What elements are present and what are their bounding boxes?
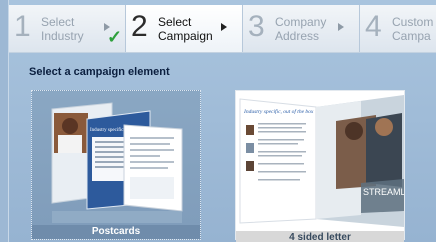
step-label: Select Industry — [41, 15, 84, 43]
step-number: 4 — [365, 10, 382, 43]
step-label: Select Campaign — [158, 15, 213, 43]
step-select-campaign[interactable]: 2 Select Campaign — [126, 5, 243, 52]
step-custom-campaign[interactable]: 4 Custom Campa — [360, 5, 436, 52]
four-sided-letter-label: 4 sided letter — [236, 231, 404, 242]
step-arrow-icon — [221, 23, 227, 31]
wizard-steps: 1 Select Industry ✓ 2 Select Campaign 3 … — [9, 5, 436, 53]
campaign-wizard: 1 Select Industry ✓ 2 Select Campaign 3 … — [8, 0, 436, 242]
step-label: Custom Campa — [392, 15, 434, 43]
letter-headline: Industry specific, out of the box — [243, 108, 314, 115]
step-number: 1 — [14, 10, 31, 43]
step-number: 2 — [131, 10, 148, 43]
step-arrow-icon — [338, 23, 344, 31]
letter-brand: STREAMLI — [363, 187, 404, 197]
four-sided-letter-option[interactable]: Industry specific, out of the box STREAM… — [235, 90, 405, 242]
postcards-label: Postcards — [32, 225, 200, 239]
step-number: 3 — [248, 10, 265, 43]
step-select-industry[interactable]: 1 Select Industry ✓ — [9, 5, 126, 52]
postcards-preview-image: Industry specific, out of the box — [51, 102, 183, 223]
postcards-option[interactable]: Industry specific, out of the box Postca… — [31, 90, 201, 240]
step-company-address[interactable]: 3 Company Address — [243, 5, 360, 52]
step-label: Company Address — [275, 15, 327, 43]
page-heading: Select a campaign element — [29, 66, 170, 78]
check-icon: ✓ — [107, 27, 123, 47]
letter-preview-image: Industry specific, out of the box STREAM… — [239, 95, 404, 227]
